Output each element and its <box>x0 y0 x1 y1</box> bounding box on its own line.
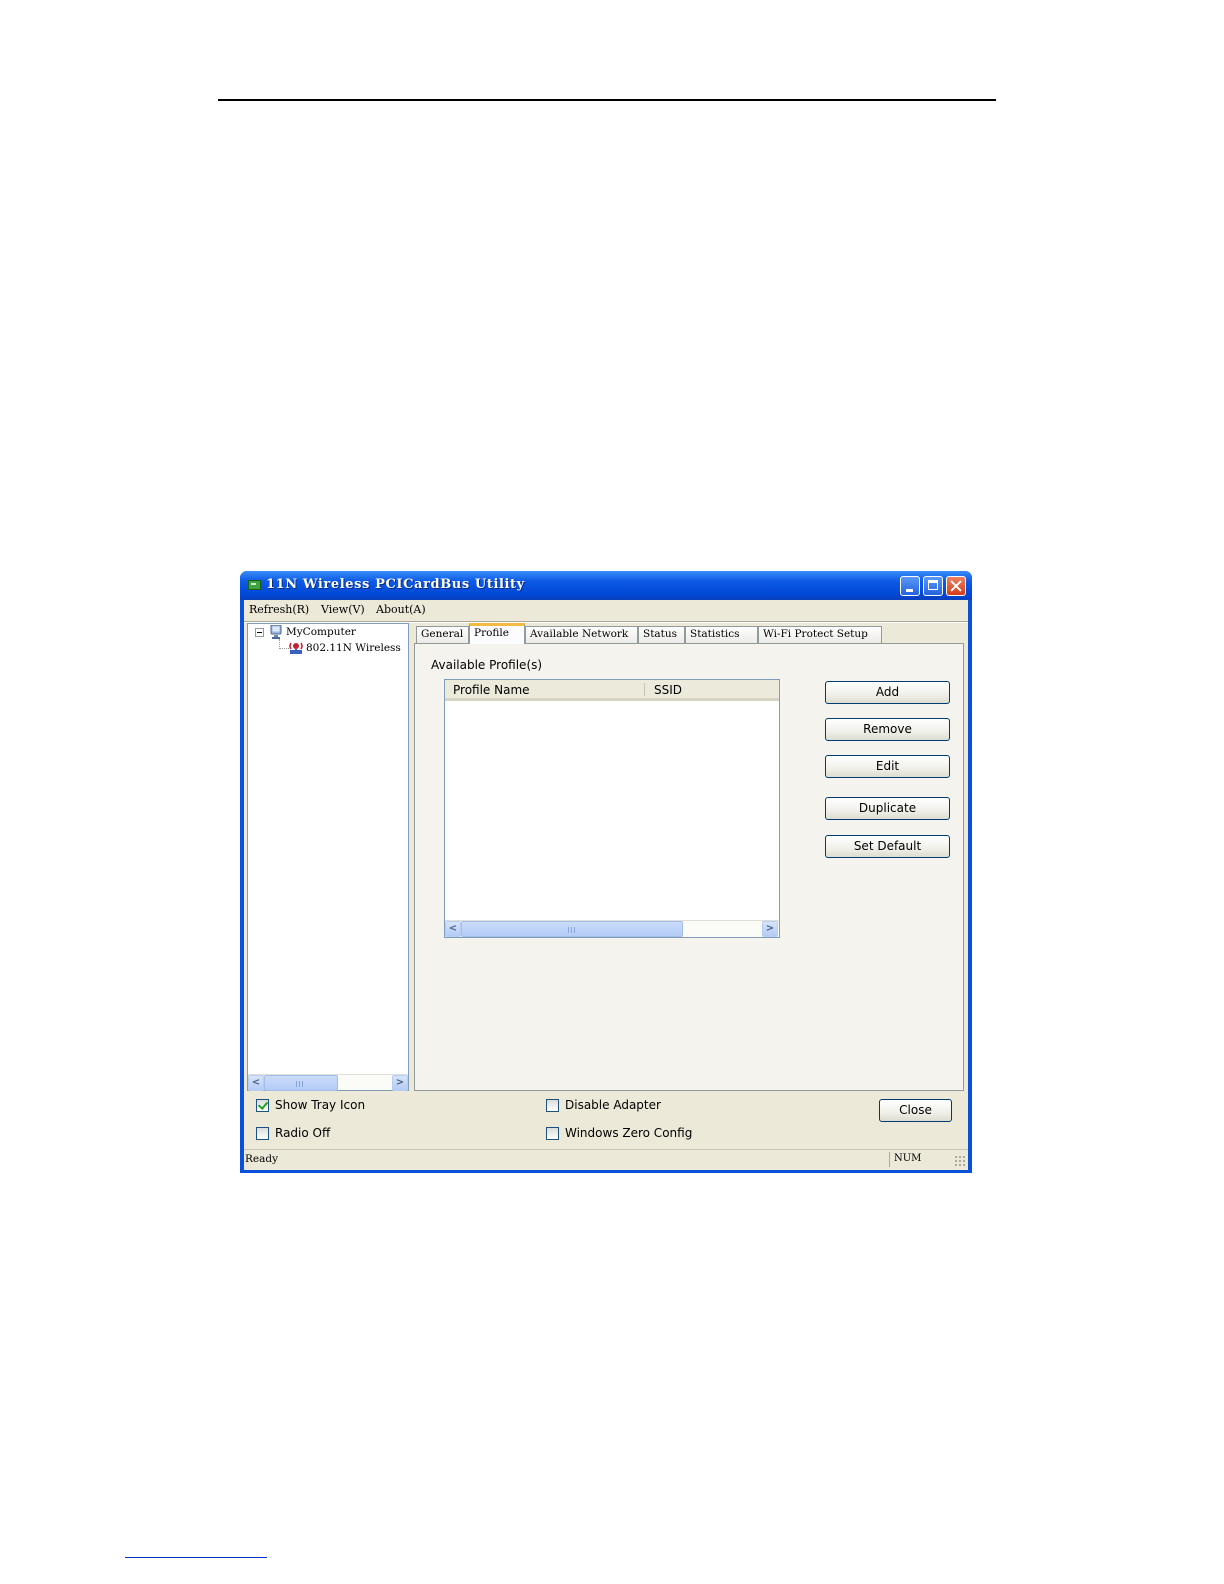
resize-grip-icon[interactable] <box>954 1155 966 1167</box>
page-header-rule <box>218 99 996 101</box>
tab-statistics[interactable]: Statistics <box>685 626 758 643</box>
num-lock-indicator: NUM <box>889 1152 948 1167</box>
status-bar: Ready NUM <box>244 1149 968 1170</box>
scroll-right-arrow-icon[interactable]: > <box>762 921 778 937</box>
tree-collapse-icon[interactable] <box>255 628 264 637</box>
menu-bar: Refresh(R) View(V) About(A) <box>244 600 968 620</box>
profile-list-header: Profile Name SSID <box>445 680 779 701</box>
menu-view[interactable]: View(V) <box>321 603 365 616</box>
menu-refresh[interactable]: Refresh(R) <box>249 603 309 616</box>
window-client-area: Refresh(R) View(V) About(A) MyComputer 8… <box>244 600 968 1170</box>
tab-general[interactable]: General <box>416 626 469 643</box>
app-icon <box>248 580 261 590</box>
windows-zero-config-checkbox[interactable] <box>546 1127 559 1140</box>
scroll-thumb[interactable] <box>264 1075 338 1091</box>
scroll-left-arrow-icon[interactable]: < <box>248 1075 264 1091</box>
menu-about[interactable]: About(A) <box>376 603 426 616</box>
profile-list-horizontal-scrollbar[interactable]: < > <box>445 920 779 937</box>
column-profile-name[interactable]: Profile Name <box>453 683 530 697</box>
page-footer-rule <box>125 1557 267 1558</box>
radio-off-label[interactable]: Radio Off <box>275 1126 330 1140</box>
show-tray-icon-label[interactable]: Show Tray Icon <box>275 1098 365 1112</box>
status-text: Ready <box>245 1153 279 1165</box>
show-tray-icon-checkbox[interactable] <box>256 1099 269 1112</box>
tree-root-label[interactable]: MyComputer <box>286 626 356 638</box>
add-profile-button[interactable]: Add <box>825 681 950 704</box>
device-tree[interactable]: MyComputer 802.11N Wireless < > <box>247 623 409 1091</box>
scroll-thumb[interactable] <box>461 921 683 937</box>
disable-adapter-label[interactable]: Disable Adapter <box>565 1098 661 1112</box>
profile-list[interactable]: Profile Name SSID < > <box>444 679 780 938</box>
set-default-profile-button[interactable]: Set Default <box>825 835 950 858</box>
title-bar[interactable]: 11N Wireless PCICardBus Utility <box>240 571 972 600</box>
remove-profile-button[interactable]: Remove <box>825 718 950 741</box>
available-profiles-label: Available Profile(s) <box>431 658 543 672</box>
duplicate-profile-button[interactable]: Duplicate <box>825 797 950 820</box>
profile-tab-panel: Available Profile(s) Profile Name SSID <… <box>414 643 964 1091</box>
tab-wifi-protect-setup[interactable]: Wi-Fi Protect Setup <box>758 626 882 643</box>
computer-icon <box>270 625 282 639</box>
wireless-adapter-icon <box>289 642 303 654</box>
disable-adapter-checkbox[interactable] <box>546 1099 559 1112</box>
maximize-button[interactable] <box>923 576 943 596</box>
column-divider[interactable] <box>644 683 645 696</box>
scroll-left-arrow-icon[interactable]: < <box>445 921 461 937</box>
tab-status[interactable]: Status <box>638 626 685 643</box>
column-ssid[interactable]: SSID <box>654 683 682 697</box>
tree-horizontal-scrollbar[interactable]: < > <box>248 1074 408 1091</box>
close-button[interactable]: Close <box>879 1099 952 1122</box>
edit-profile-button[interactable]: Edit <box>825 755 950 778</box>
tab-available-network[interactable]: Available Network <box>525 626 638 643</box>
radio-off-checkbox[interactable] <box>256 1127 269 1140</box>
tree-adapter-label[interactable]: 802.11N Wireless <box>306 642 401 654</box>
utility-window: 11N Wireless PCICardBus Utility Refresh(… <box>240 571 972 1173</box>
tab-profile[interactable]: Profile <box>469 623 525 644</box>
scroll-right-arrow-icon[interactable]: > <box>392 1075 408 1091</box>
close-window-button[interactable] <box>946 576 966 596</box>
num-lock-label: NUM <box>894 1153 922 1164</box>
windows-zero-config-label[interactable]: Windows Zero Config <box>565 1126 692 1140</box>
minimize-button[interactable] <box>900 576 920 596</box>
window-title: 11N Wireless PCICardBus Utility <box>266 577 525 592</box>
